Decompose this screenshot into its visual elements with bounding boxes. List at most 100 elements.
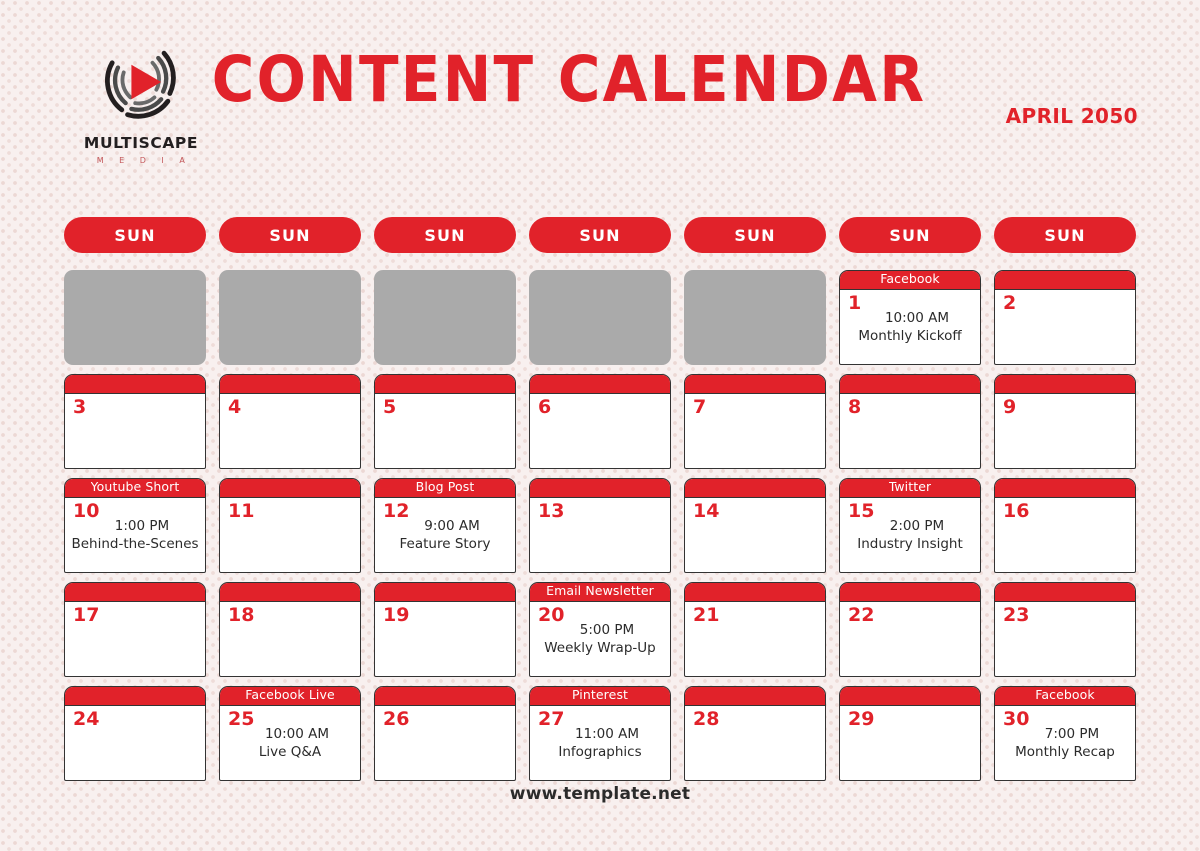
- day-number: 17: [73, 604, 100, 627]
- calendar-day-cell[interactable]: 4: [219, 374, 361, 469]
- calendar-day-cell[interactable]: 14: [684, 478, 826, 573]
- calendar-day-cell[interactable]: 9: [994, 374, 1136, 469]
- platform-banner: Twitter: [840, 479, 980, 499]
- day-cell-body: 5: [375, 394, 515, 468]
- event-time: 2:00 PM: [889, 518, 945, 535]
- calendar-day-cell[interactable]: 3: [64, 374, 206, 469]
- month-label: APRIL 2050: [1005, 104, 1138, 128]
- platform-banner: Pinterest: [530, 687, 670, 707]
- calendar-day-cell[interactable]: 18: [219, 582, 361, 677]
- calendar-day-cell[interactable]: 19: [374, 582, 516, 677]
- platform-label: Facebook: [1035, 689, 1095, 702]
- calendar-day-cell[interactable]: Twitter 15 2:00 PM Industry Insight: [839, 478, 981, 573]
- platform-banner: [685, 583, 825, 603]
- day-number: 11: [228, 500, 255, 523]
- event-entry[interactable]: 1:00 PM Behind-the-Scenes: [71, 518, 199, 553]
- calendar-cell-empty: [219, 270, 361, 365]
- day-number: 13: [538, 500, 565, 523]
- footer-url: www.template.net: [509, 784, 691, 804]
- calendar-cell-empty: [529, 270, 671, 365]
- platform-banner: [375, 375, 515, 395]
- day-cell-body: 20 5:00 PM Weekly Wrap-Up: [530, 602, 670, 676]
- day-cell-body: 9: [995, 394, 1135, 468]
- event-entry[interactable]: 10:00 AM Monthly Kickoff: [846, 310, 974, 345]
- platform-banner: Email Newsletter: [530, 583, 670, 603]
- event-entry[interactable]: 10:00 AM Live Q&A: [226, 726, 354, 761]
- day-cell-body: 25 10:00 AM Live Q&A: [220, 706, 360, 780]
- calendar-week-row: Facebook 1 10:00 AM Monthly Kickoff 2: [64, 270, 1136, 365]
- calendar-day-cell[interactable]: Facebook 30 7:00 PM Monthly Recap: [994, 686, 1136, 781]
- calendar-day-cell[interactable]: 24: [64, 686, 206, 781]
- platform-label: Facebook Live: [245, 689, 335, 702]
- calendar-day-cell[interactable]: Youtube Short 10 1:00 PM Behind-the-Scenes: [64, 478, 206, 573]
- day-cell-body: 15 2:00 PM Industry Insight: [840, 498, 980, 572]
- calendar-day-cell[interactable]: 29: [839, 686, 981, 781]
- platform-banner: [220, 583, 360, 603]
- event-entry[interactable]: 5:00 PM Weekly Wrap-Up: [536, 622, 664, 657]
- event-time: 9:00 AM: [424, 518, 480, 535]
- platform-label: Youtube Short: [90, 481, 180, 494]
- calendar-day-cell[interactable]: 17: [64, 582, 206, 677]
- platform-banner: [65, 375, 205, 395]
- calendar-day-cell[interactable]: 6: [529, 374, 671, 469]
- calendar-day-cell[interactable]: 13: [529, 478, 671, 573]
- day-cell-body: 19: [375, 602, 515, 676]
- calendar-day-cell[interactable]: Facebook Live 25 10:00 AM Live Q&A: [219, 686, 361, 781]
- calendar-day-cell[interactable]: 21: [684, 582, 826, 677]
- event-entry[interactable]: 11:00 AM Infographics: [536, 726, 664, 761]
- platform-banner: Youtube Short: [65, 479, 205, 499]
- calendar-day-cell[interactable]: 22: [839, 582, 981, 677]
- calendar-day-cell[interactable]: 2: [994, 270, 1136, 365]
- day-number: 14: [693, 500, 720, 523]
- event-entry[interactable]: 7:00 PM Monthly Recap: [1001, 726, 1129, 761]
- day-cell-body: 22: [840, 602, 980, 676]
- platform-banner: [840, 687, 980, 707]
- platform-banner: [995, 479, 1135, 499]
- day-cell-body: 14: [685, 498, 825, 572]
- calendar-cell-empty: [684, 270, 826, 365]
- platform-banner: [530, 479, 670, 499]
- calendar-day-cell[interactable]: 26: [374, 686, 516, 781]
- brand-tagline: M E D I A: [96, 156, 192, 165]
- calendar-day-cell[interactable]: 16: [994, 478, 1136, 573]
- event-entry[interactable]: 9:00 AM Feature Story: [381, 518, 509, 553]
- day-number: 27: [538, 708, 565, 731]
- day-cell-body: 1 10:00 AM Monthly Kickoff: [840, 290, 980, 364]
- platform-banner: [530, 375, 670, 395]
- calendar-day-cell[interactable]: 28: [684, 686, 826, 781]
- event-title: Industry Insight: [857, 536, 963, 553]
- day-number: 18: [228, 604, 255, 627]
- calendar-weeks: Facebook 1 10:00 AM Monthly Kickoff 2 3 4 5 6 7 8 9…: [64, 270, 1136, 781]
- calendar-day-cell[interactable]: 5: [374, 374, 516, 469]
- calendar-day-cell[interactable]: Email Newsletter 20 5:00 PM Weekly Wrap-Up: [529, 582, 671, 677]
- day-number: 12: [383, 500, 410, 523]
- day-number: 7: [693, 396, 707, 419]
- platform-banner: Blog Post: [375, 479, 515, 499]
- day-number: 23: [1003, 604, 1030, 627]
- platform-banner: Facebook Live: [220, 687, 360, 707]
- event-entry[interactable]: 2:00 PM Industry Insight: [846, 518, 974, 553]
- day-number: 8: [848, 396, 862, 419]
- day-number: 10: [73, 500, 100, 523]
- calendar-day-cell[interactable]: 8: [839, 374, 981, 469]
- calendar-day-cell[interactable]: Blog Post 12 9:00 AM Feature Story: [374, 478, 516, 573]
- platform-banner: [995, 583, 1135, 603]
- day-cell-body: 11: [220, 498, 360, 572]
- day-cell-body: 3: [65, 394, 205, 468]
- calendar-day-cell[interactable]: 7: [684, 374, 826, 469]
- event-time: 11:00 AM: [574, 726, 640, 743]
- calendar-day-cell[interactable]: Facebook 1 10:00 AM Monthly Kickoff: [839, 270, 981, 365]
- day-cell-body: 13: [530, 498, 670, 572]
- platform-label: Email Newsletter: [546, 585, 654, 598]
- calendar-day-cell[interactable]: 23: [994, 582, 1136, 677]
- day-number: 4: [228, 396, 242, 419]
- day-number: 26: [383, 708, 410, 731]
- day-number: 24: [73, 708, 100, 731]
- calendar-day-cell[interactable]: Pinterest 27 11:00 AM Infographics: [529, 686, 671, 781]
- platform-label: Twitter: [888, 481, 932, 494]
- calendar-day-cell[interactable]: 11: [219, 478, 361, 573]
- event-time: 10:00 AM: [884, 310, 950, 327]
- day-of-week-header-2: SUN: [374, 217, 516, 253]
- day-cell-body: 17: [65, 602, 205, 676]
- day-number: 20: [538, 604, 565, 627]
